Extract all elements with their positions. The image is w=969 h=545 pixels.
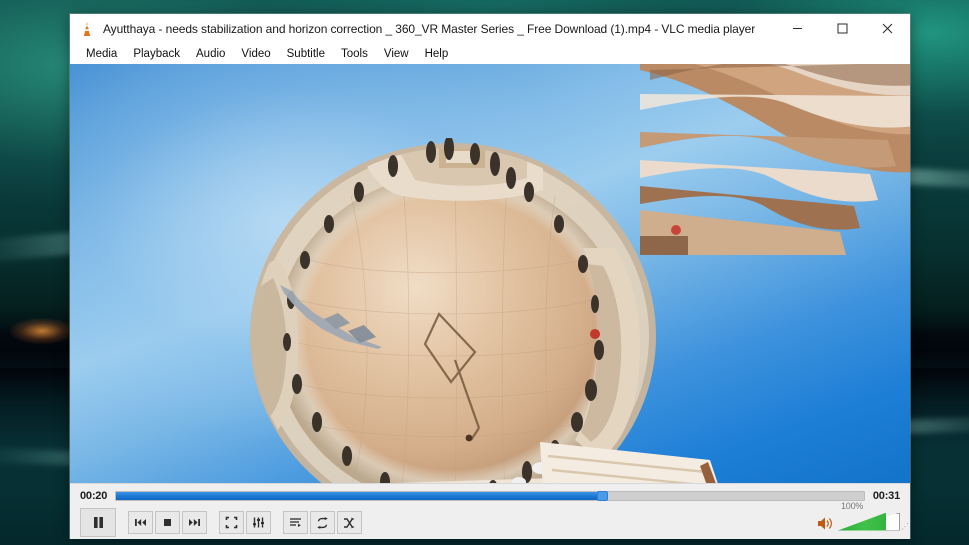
play-pause-button[interactable] [80,508,116,537]
window-title: Ayutthaya - needs stabilization and hori… [103,21,756,36]
next-button[interactable] [182,511,207,534]
playlist-icon [290,518,301,527]
volume-fill [838,512,887,531]
transport-buttons-row: 100% ⋰ [70,501,910,539]
next-icon [189,519,200,526]
stairs-fan-shape [540,442,718,483]
volume-percent-label: 100% [841,500,864,511]
tower-spire-shape [280,285,382,349]
vlc-media-player-window: Ayutthaya - needs stabilization and hori… [70,14,910,539]
transport-group [128,511,207,534]
loop-icon [317,516,328,529]
loop-button[interactable] [310,511,335,534]
equalizer-icon [253,517,264,528]
close-icon [882,23,893,34]
building-roof-shape [640,64,910,255]
seek-row: 00:20 00:31 [70,484,910,506]
menu-item-playback[interactable]: Playback [125,46,188,62]
maximize-button[interactable] [820,14,865,43]
menu-item-media[interactable]: Media [78,46,125,62]
speaker-icon[interactable] [817,516,834,531]
stop-button[interactable] [155,511,180,534]
title-bar[interactable]: Ayutthaya - needs stabilization and hori… [70,14,910,43]
close-button[interactable] [865,14,910,43]
previous-icon [135,519,146,526]
minimize-button[interactable] [775,14,820,43]
video-display-area[interactable] [70,64,910,483]
resize-grip-icon: ⋰ [901,521,910,531]
extended-settings-button[interactable] [246,511,271,534]
seek-progress-fill [116,492,603,500]
menu-item-view[interactable]: View [376,46,417,62]
volume-slider[interactable]: ⋰ [838,512,909,531]
menu-item-tools[interactable]: Tools [333,46,376,62]
maximize-icon [837,23,848,34]
playlist-button[interactable] [283,511,308,534]
menu-bar: Media Playback Audio Video Subtitle Tool… [70,43,910,64]
view-group [219,511,271,534]
fullscreen-button[interactable] [219,511,244,534]
window-controls [775,14,910,43]
volume-control: 100% ⋰ [817,501,909,533]
random-button[interactable] [337,511,362,534]
stop-icon [164,519,171,526]
playlist-group [283,511,362,534]
elapsed-time-label: 00:20 [80,490,108,502]
horizon-glow [10,318,74,344]
previous-button[interactable] [128,511,153,534]
fullscreen-icon [225,516,238,529]
menu-item-video[interactable]: Video [233,46,278,62]
menu-item-audio[interactable]: Audio [188,46,233,62]
pause-icon [93,517,103,528]
menu-item-help[interactable]: Help [417,46,457,62]
seek-slider[interactable] [115,491,865,501]
seek-handle[interactable] [597,491,609,501]
menu-item-subtitle[interactable]: Subtitle [279,46,333,62]
shuffle-icon [344,517,355,528]
vlc-cone-icon [83,21,91,36]
minimize-icon [793,28,802,29]
total-time-label: 00:31 [872,490,900,502]
playback-control-bar: 00:20 00:31 100% ⋰ [70,483,910,539]
